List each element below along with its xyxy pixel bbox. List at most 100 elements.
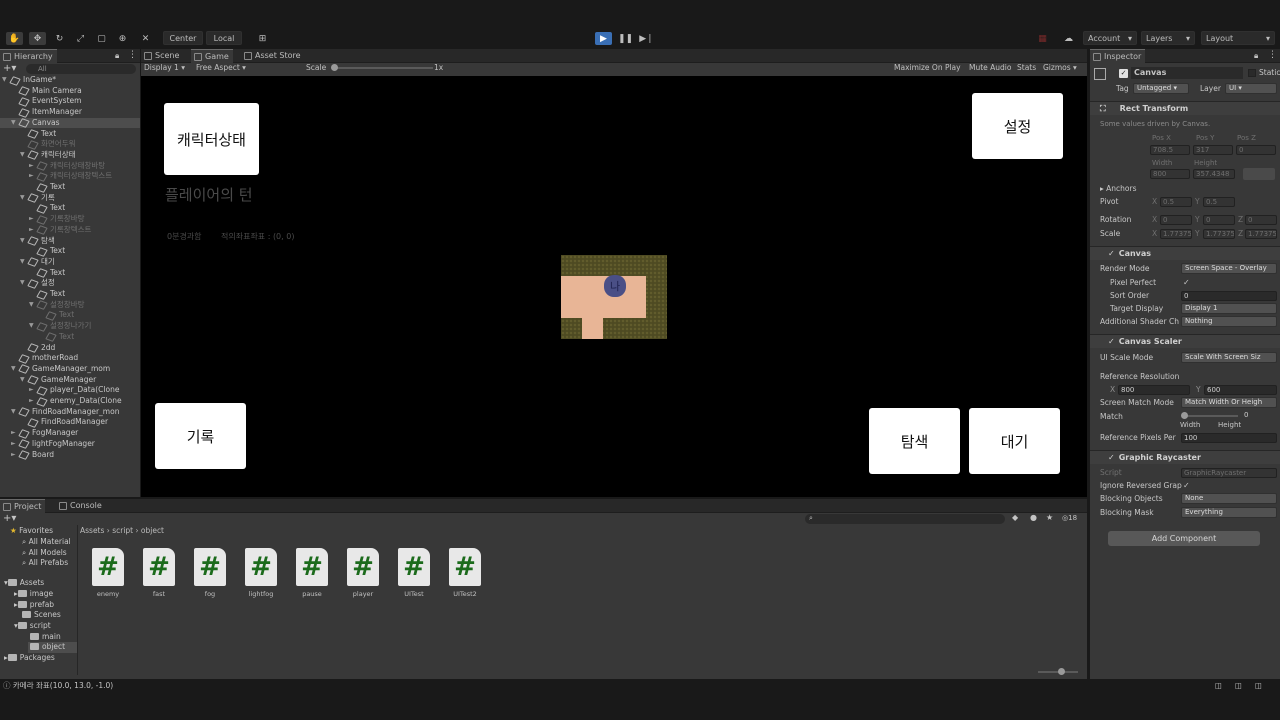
object-name-field[interactable]: Canvas	[1131, 67, 1243, 79]
folder-item[interactable]: Scenes	[22, 610, 61, 621]
chevron-down-icon[interactable]: ▼	[20, 236, 28, 247]
script-asset[interactable]: # pause	[292, 548, 332, 598]
script-asset[interactable]: # fog	[190, 548, 230, 598]
hierarchy-row[interactable]: Text	[0, 203, 140, 214]
settings-button[interactable]: 설정	[972, 93, 1063, 159]
hierarchy-row[interactable]: EventSystem	[0, 96, 140, 107]
hierarchy-row[interactable]: Text	[0, 246, 140, 257]
stats-toggle[interactable]: Stats	[1017, 62, 1036, 74]
hierarchy-row[interactable]: Text	[0, 332, 140, 343]
scale-tool-icon[interactable]: ⤢	[72, 32, 89, 45]
width-field[interactable]: 800	[1150, 169, 1190, 179]
hierarchy-row[interactable]: ► player_Data(Clone	[0, 385, 140, 396]
hierarchy-row[interactable]: ▼ 설정창바탕	[0, 300, 140, 311]
folder-item-selected[interactable]: object	[28, 642, 77, 653]
pivot-y-field[interactable]: 0.5	[1203, 197, 1235, 207]
active-checkbox[interactable]: ✓	[1119, 69, 1128, 78]
ref-y-field[interactable]: 600	[1204, 385, 1277, 395]
add-asset-icon[interactable]: +▾	[3, 513, 16, 524]
static-checkbox[interactable]	[1248, 69, 1256, 77]
chevron-right-icon[interactable]: ►	[11, 450, 19, 461]
display-dropdown[interactable]: Display 1 ▾	[144, 62, 185, 74]
posz-field[interactable]: 0	[1236, 145, 1276, 155]
more-menu-icon[interactable]: ⋮	[1268, 50, 1277, 60]
hierarchy-row[interactable]: Text	[0, 182, 140, 193]
hierarchy-row[interactable]: ▼ 기록	[0, 193, 140, 204]
ui-scale-mode-dropdown[interactable]: Scale With Screen Siz	[1181, 352, 1277, 363]
hierarchy-row[interactable]: Text	[0, 310, 140, 321]
chevron-down-icon[interactable]: ▼	[2, 75, 10, 86]
hidden-packages-count[interactable]: ◎18	[1062, 514, 1077, 522]
pivot-toggle-button[interactable]: Center	[163, 31, 203, 45]
aspect-dropdown[interactable]: Free Aspect ▾	[196, 62, 246, 74]
breadcrumb-assets[interactable]: Assets	[80, 526, 104, 535]
favorite-item[interactable]: ⌕ All Models	[22, 548, 67, 559]
cloud-icon[interactable]: ☁	[1060, 32, 1077, 45]
assets-folder[interactable]: ▾ Assets	[4, 578, 44, 589]
hierarchy-row[interactable]: ▼ InGame*	[0, 75, 140, 86]
hierarchy-row[interactable]: ► FogManager	[0, 428, 140, 439]
ppu-field[interactable]: 100	[1181, 433, 1277, 443]
icon-size-slider-handle[interactable]	[1058, 668, 1065, 675]
hierarchy-row[interactable]: ▼ 설정	[0, 278, 140, 289]
move-tool-icon[interactable]: ✥	[29, 32, 46, 45]
tab-project[interactable]: Project	[0, 499, 46, 513]
rot-x-field[interactable]: 0	[1160, 215, 1192, 225]
filter-label-icon[interactable]: ●	[1030, 513, 1037, 522]
screen-match-mode-dropdown[interactable]: Match Width Or Heigh	[1181, 397, 1277, 408]
chevron-right-icon[interactable]: ►	[11, 428, 19, 439]
script-asset[interactable]: # UITest	[394, 548, 434, 598]
scale-y-field[interactable]: 1.77375	[1203, 229, 1235, 239]
add-icon[interactable]: +▾	[3, 63, 16, 74]
tab-game[interactable]: Game	[191, 49, 233, 63]
pivot-x-field[interactable]: 0.5	[1160, 197, 1192, 207]
scale-x-field[interactable]: 1.77375	[1160, 229, 1192, 239]
script-asset[interactable]: # lightfog	[241, 548, 281, 598]
rect-tool-icon[interactable]: ▢	[93, 32, 110, 45]
rotate-tool-icon[interactable]: ↻	[51, 32, 68, 45]
folder-item[interactable]: ▾ script	[14, 621, 51, 632]
lock-icon[interactable]: 🔒︎	[115, 51, 119, 61]
layout-dropdown[interactable]: Layout ▾	[1201, 31, 1275, 45]
target-display-dropdown[interactable]: Display 1	[1181, 303, 1277, 314]
match-slider-handle[interactable]	[1181, 412, 1188, 419]
maximize-on-play-toggle[interactable]: Maximize On Play	[894, 62, 961, 74]
scale-slider-handle[interactable]	[331, 64, 338, 71]
chevron-down-icon[interactable]: ▼	[20, 375, 28, 386]
hierarchy-row[interactable]: ► 캐릭터상태창텍스트	[0, 171, 140, 182]
space-toggle-button[interactable]: Local	[206, 31, 242, 45]
play-button-icon[interactable]: ▶	[595, 32, 612, 45]
posx-field[interactable]: 708.5	[1150, 145, 1190, 155]
rect-transform-header[interactable]: ⛶ Rect Transform	[1090, 101, 1280, 115]
hierarchy-row[interactable]: ▼ 캐릭터상태	[0, 150, 140, 161]
folder-item[interactable]: ▸ image	[14, 589, 53, 600]
chevron-right-icon[interactable]: ►	[29, 161, 37, 172]
match-slider[interactable]	[1181, 412, 1238, 419]
more-menu-icon[interactable]: ⋮	[128, 50, 137, 60]
favorite-icon[interactable]: ★	[1046, 513, 1053, 522]
hierarchy-row[interactable]: ▼ GameManager_mom	[0, 364, 140, 375]
character-status-button[interactable]: 캐릭터상태	[164, 103, 259, 175]
scale-slider[interactable]	[331, 64, 433, 71]
folder-item[interactable]: main	[30, 632, 61, 643]
explore-button[interactable]: 탐색	[869, 408, 960, 474]
chevron-right-icon[interactable]: ►	[29, 385, 37, 396]
layers-dropdown[interactable]: Layers ▾	[1141, 31, 1195, 45]
pixel-perfect-checkbox[interactable]: ✓	[1183, 278, 1190, 287]
hierarchy-row[interactable]: motherRoad	[0, 353, 140, 364]
filter-type-icon[interactable]: ◆	[1012, 513, 1018, 522]
sort-order-field[interactable]: 0	[1181, 291, 1277, 301]
tab-asset-store[interactable]: Asset Store	[241, 49, 305, 63]
rot-y-field[interactable]: 0	[1203, 215, 1235, 225]
lock-icon[interactable]: 🔒︎	[1254, 51, 1258, 61]
script-asset[interactable]: # player	[343, 548, 383, 598]
hierarchy-row[interactable]: ► 기록창텍스트	[0, 225, 140, 236]
tab-console[interactable]: Console	[56, 499, 106, 513]
hierarchy-row[interactable]: Text	[0, 268, 140, 279]
project-search-input[interactable]: ⌕	[805, 514, 1005, 524]
hierarchy-search-input[interactable]: All	[26, 64, 136, 74]
render-mode-dropdown[interactable]: Screen Space - Overlay	[1181, 263, 1277, 274]
mute-audio-toggle[interactable]: Mute Audio	[969, 62, 1011, 74]
packages-folder[interactable]: ▸ Packages	[4, 653, 55, 664]
script-asset[interactable]: # UITest2	[445, 548, 485, 598]
